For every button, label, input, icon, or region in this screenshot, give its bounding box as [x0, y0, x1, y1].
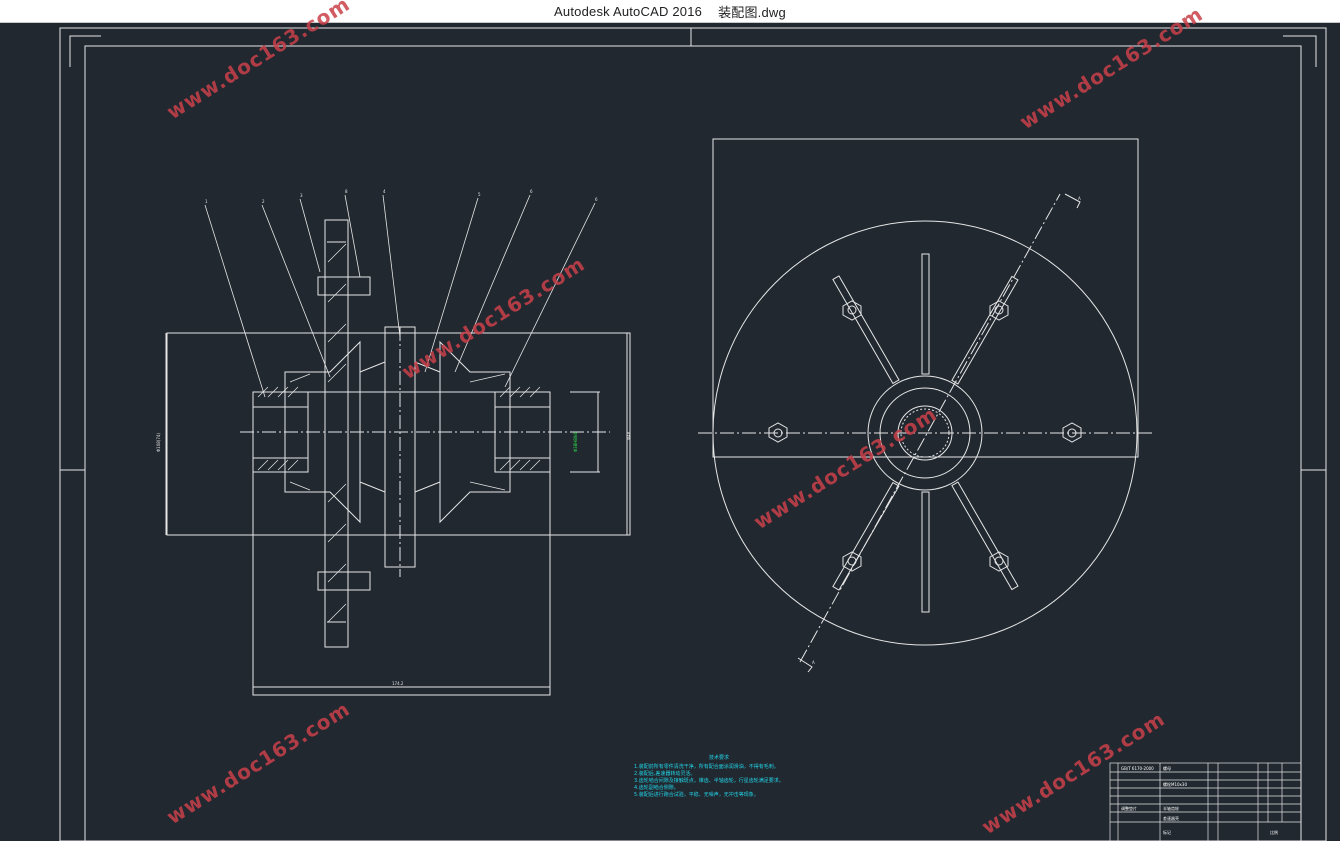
callout-2: 2 — [262, 199, 265, 204]
dim-flange: Φ48 — [626, 431, 631, 440]
callout-6b: 6 — [595, 197, 598, 202]
tech-note-2: 2.装配后,差速器转动灵活。 — [634, 771, 696, 777]
callout-5: 5 — [478, 192, 481, 197]
tech-note-4: 4.齿轮副啮合侧隙。 — [634, 785, 679, 791]
tech-note-1: 1.装配前所有零件清洗干净，所有配合面涂润滑油，不得有毛刺。 — [634, 764, 779, 770]
callout-4: 4 — [383, 189, 386, 194]
bolt-heads — [768, 300, 1082, 572]
tech-note-5: 5.装配后进行跑合试验，平稳、无噪声，无冲击等现象。 — [634, 792, 759, 798]
app-title: Autodesk AutoCAD 2016 — [554, 3, 703, 19]
file-name: 装配图.dwg — [718, 4, 786, 20]
lower-bolt — [317, 571, 371, 591]
lower-envelope — [252, 391, 551, 696]
section-label-top: A — [1078, 196, 1081, 201]
tb-row-6: 差速器壳 — [1163, 815, 1179, 821]
technical-requirements: 技术要求 1.装配前所有零件清洗干净，所有配合面涂润滑油，不得有毛刺。 2.装配… — [634, 755, 804, 799]
ring-gear-flange — [324, 219, 349, 648]
dim-bore: Φ38H8/k6 — [573, 432, 578, 452]
tb-row-8: 比例 — [1270, 829, 1278, 835]
window-title-bar: Autodesk AutoCAD 2016 装配图.dwg — [0, 0, 1340, 23]
tech-notes-title: 技术要求 — [708, 755, 729, 761]
tb-row-4: 调整垫片 — [1121, 805, 1137, 811]
callout-8: 8 — [345, 189, 348, 194]
sheet-inner-border — [84, 45, 1302, 841]
tb-row-2: 螺母 — [1163, 765, 1171, 771]
callout-6: 6 — [530, 189, 533, 194]
tech-note-3: 3.齿轮啮合间隙及接触斑点，锥齿、半轴齿轮，行星齿轮满足要求。 — [634, 778, 784, 784]
tb-row-5: 半轴齿轮 — [1163, 805, 1179, 811]
tb-row-3: 螺栓M10x30 — [1163, 781, 1187, 787]
dim-height: Φ108(74) — [156, 433, 161, 452]
callout-1: 1 — [205, 199, 208, 204]
section-label-bottom: A — [812, 660, 815, 665]
callout-3: 3 — [300, 193, 303, 198]
tb-row-7: 标记 — [1163, 829, 1171, 835]
tb-row-1: GB/T 6170-2000 — [1121, 766, 1154, 771]
dim-overall-length: 174.2 — [392, 681, 404, 686]
